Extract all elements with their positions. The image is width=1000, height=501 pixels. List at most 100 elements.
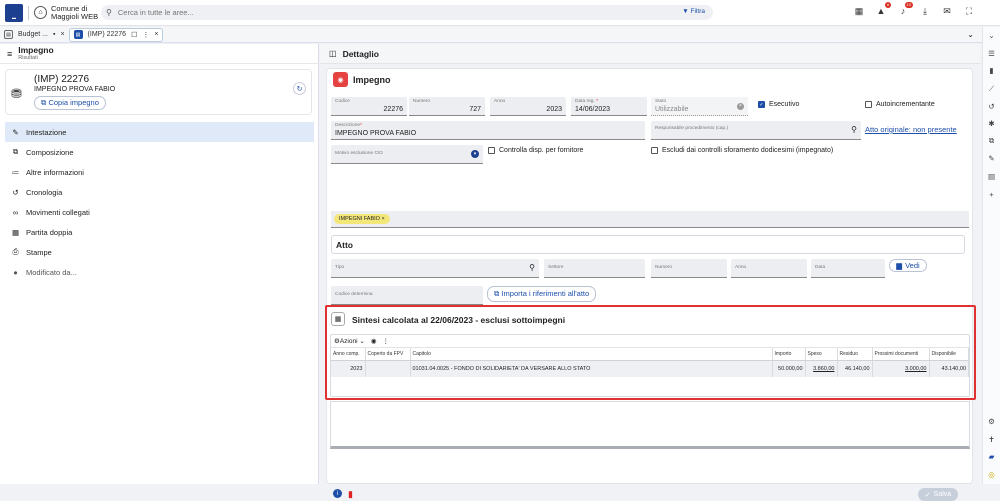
salva-button[interactable]: ✓ Salva	[918, 488, 958, 501]
more-icon[interactable]: ⋮	[382, 337, 389, 345]
close-icon[interactable]: ×	[60, 31, 64, 38]
history-icon[interactable]: ↺	[988, 97, 994, 115]
responsabile-field[interactable]: Responsabile procedimento (cap.) ⚲	[651, 121, 861, 140]
eye-icon[interactable]: ◉	[371, 337, 377, 345]
document-icon[interactable]: ▤	[988, 168, 995, 186]
importa-riferimenti-button[interactable]: ⧉ Importa i riferimenti all'atto	[487, 286, 597, 302]
page-subtitle: Risultati	[18, 55, 38, 61]
checklist-icon[interactable]: ☰	[988, 45, 995, 63]
numero-atto-field[interactable]: Numero	[651, 259, 727, 278]
prossimi-link[interactable]: 3.000,00	[905, 366, 926, 372]
column-header[interactable]: Coperto da FPV	[365, 348, 411, 361]
field-label: Data reg.	[575, 99, 595, 104]
maggioli-logo[interactable]: ▬	[5, 3, 23, 22]
trend-icon[interactable]: ⟋	[989, 80, 994, 98]
data-reg-field[interactable]: Data reg. * 14/06/2023	[571, 97, 647, 116]
atto-originale-link[interactable]: Atto originale: non presente	[865, 125, 957, 134]
search-input[interactable]	[117, 8, 638, 17]
button-label: Salva	[933, 491, 952, 498]
copy-label: Copia impegno	[48, 98, 99, 107]
nav-item-movimenti-collegati[interactable]: ∞ Movimenti collegati	[5, 202, 314, 222]
column-header[interactable]: Residuo	[837, 348, 873, 361]
alert-icon[interactable]: ▲ 6	[876, 2, 891, 17]
global-search[interactable]: ⚲ ▼ Filtra	[101, 5, 713, 20]
vedi-button[interactable]: ▆ Vedi	[889, 259, 927, 272]
nav-item-intestazione[interactable]: ✎ Intestazione	[5, 122, 314, 142]
nav-item-cronologia[interactable]: ↺ Cronologia	[5, 182, 314, 202]
more-icon[interactable]: ⋮	[142, 31, 149, 39]
edit-document-icon[interactable]: ✎	[988, 150, 994, 168]
numero-field[interactable]: Numero 727	[409, 97, 485, 116]
filter-button[interactable]: ▼ Filtra	[682, 8, 705, 15]
gear-icon[interactable]: ⚙	[988, 413, 995, 431]
nav-item-stampe[interactable]: ⎙ Stampe	[5, 242, 314, 262]
sintesi-grid: ⚙Azioni ⌄ ◉ ⋮ Anno comp. Coperto da FPV …	[330, 334, 970, 397]
refresh-icon[interactable]: ↻	[293, 82, 306, 95]
column-header[interactable]: Importo	[772, 348, 806, 361]
nav-item-altre-informazioni[interactable]: ≔ Altre informazioni	[5, 162, 314, 182]
chevron-down-icon[interactable]: ⌄	[967, 30, 974, 39]
chevron-down-icon[interactable]: ⌄	[988, 27, 994, 45]
tags-field[interactable]: IMPEGNI FABIO ×	[331, 211, 969, 228]
descrizione-field[interactable]: Descrizione* IMPEGNO PROVA FABIO	[331, 121, 645, 140]
escludi-checkbox[interactable]: Escludi dai controlli sforamento dodices…	[651, 147, 833, 154]
copy-impegno-button[interactable]: ⧉ Copia impegno	[34, 96, 106, 110]
button-label: Vedi	[905, 261, 920, 270]
tab-impegno[interactable]: ▤ (IMP) 22276 ☐ ⋮ ×	[68, 27, 164, 42]
controlla-checkbox[interactable]: Controlla disp. per fornitore	[488, 147, 583, 154]
apps-grid-icon[interactable]: ▦	[854, 6, 864, 17]
motivo-esclusione-field[interactable]: Motivo esclusione CIG ▾	[331, 145, 483, 164]
copy-icon[interactable]: ⧉	[989, 133, 994, 151]
nav-item-partita-doppia[interactable]: ▦ Partita doppia	[5, 222, 314, 242]
autoincrementante-checkbox[interactable]: Autoincrementante	[865, 101, 935, 108]
book-icon[interactable]: ▮	[989, 62, 993, 80]
info-icon[interactable]: i	[333, 489, 342, 498]
divider	[28, 5, 29, 20]
tab-bar: ▤ Budget ... ▪ × ▤ (IMP) 22276 ☐ ⋮ × ⌄	[0, 27, 1000, 43]
column-header[interactable]: Capitolo	[410, 348, 773, 361]
column-header[interactable]: Anno comp.	[331, 348, 366, 361]
cell-speso[interactable]: 3.860,00	[805, 360, 838, 377]
cell-prossimi[interactable]: 3.000,00	[872, 360, 930, 377]
esecutivo-checkbox[interactable]: ✓ Esecutivo	[758, 101, 799, 108]
column-header[interactable]: Speso	[805, 348, 838, 361]
plus-icon[interactable]: +	[989, 185, 993, 203]
delete-icon[interactable]: ▮	[348, 489, 353, 500]
help-icon[interactable]: ◎	[988, 466, 995, 484]
chat-icon[interactable]: ▰	[989, 448, 995, 466]
puzzle-icon[interactable]: ✱	[988, 115, 994, 133]
codice-determina-field[interactable]: Codice determina	[331, 286, 483, 305]
pin-icon[interactable]: ▪	[53, 31, 55, 38]
nav-label: Stampe	[26, 247, 52, 257]
panel-icon[interactable]: ◫	[329, 49, 337, 58]
atto-section-title: Atto	[331, 235, 965, 254]
bell-icon[interactable]: ♪ 10	[898, 2, 913, 17]
anno-atto-field[interactable]: Anno	[731, 259, 807, 278]
settore-field[interactable]: Settore	[544, 259, 645, 278]
azioni-menu[interactable]: ⚙Azioni ⌄	[334, 337, 365, 345]
column-header[interactable]: Disponibile	[929, 348, 969, 361]
tag-chip[interactable]: IMPEGNI FABIO ×	[334, 214, 390, 224]
anno-field[interactable]: Anno 2023	[490, 97, 566, 116]
menu-icon[interactable]: ≡	[7, 49, 12, 59]
accessibility-icon[interactable]: ✝	[988, 431, 994, 449]
nav-item-modificato-da[interactable]: ● Modificato da...	[5, 262, 314, 282]
close-icon[interactable]: ×	[154, 31, 158, 38]
column-header[interactable]: Prossimi documenti	[872, 348, 930, 361]
download-icon[interactable]: ⤓	[920, 6, 930, 17]
bookmark-icon[interactable]: ☐	[131, 31, 137, 39]
search-icon[interactable]: ⚲	[529, 263, 535, 272]
speso-link[interactable]: 3.860,00	[813, 366, 834, 372]
tipo-field[interactable]: Tipo ⚲	[331, 259, 539, 278]
data-atto-field[interactable]: Data	[811, 259, 885, 278]
tab-budget[interactable]: ▤ Budget ... ▪ ×	[0, 28, 69, 42]
mail-icon[interactable]: ✉	[942, 6, 952, 17]
table-row[interactable]: 2023 01031.04.0025 - FONDO DI SOLIDARIET…	[331, 360, 969, 377]
nav-item-composizione[interactable]: ⧉ Composizione	[5, 142, 314, 162]
codice-field[interactable]: Codice 22276	[331, 97, 407, 116]
fullscreen-icon[interactable]: ⛶	[964, 6, 974, 17]
clear-icon[interactable]: ×	[737, 103, 744, 110]
stato-field[interactable]: Stato Utilizzabile ×	[651, 97, 748, 116]
chevron-down-icon[interactable]: ▾	[471, 150, 479, 158]
search-icon[interactable]: ⚲	[851, 125, 857, 134]
